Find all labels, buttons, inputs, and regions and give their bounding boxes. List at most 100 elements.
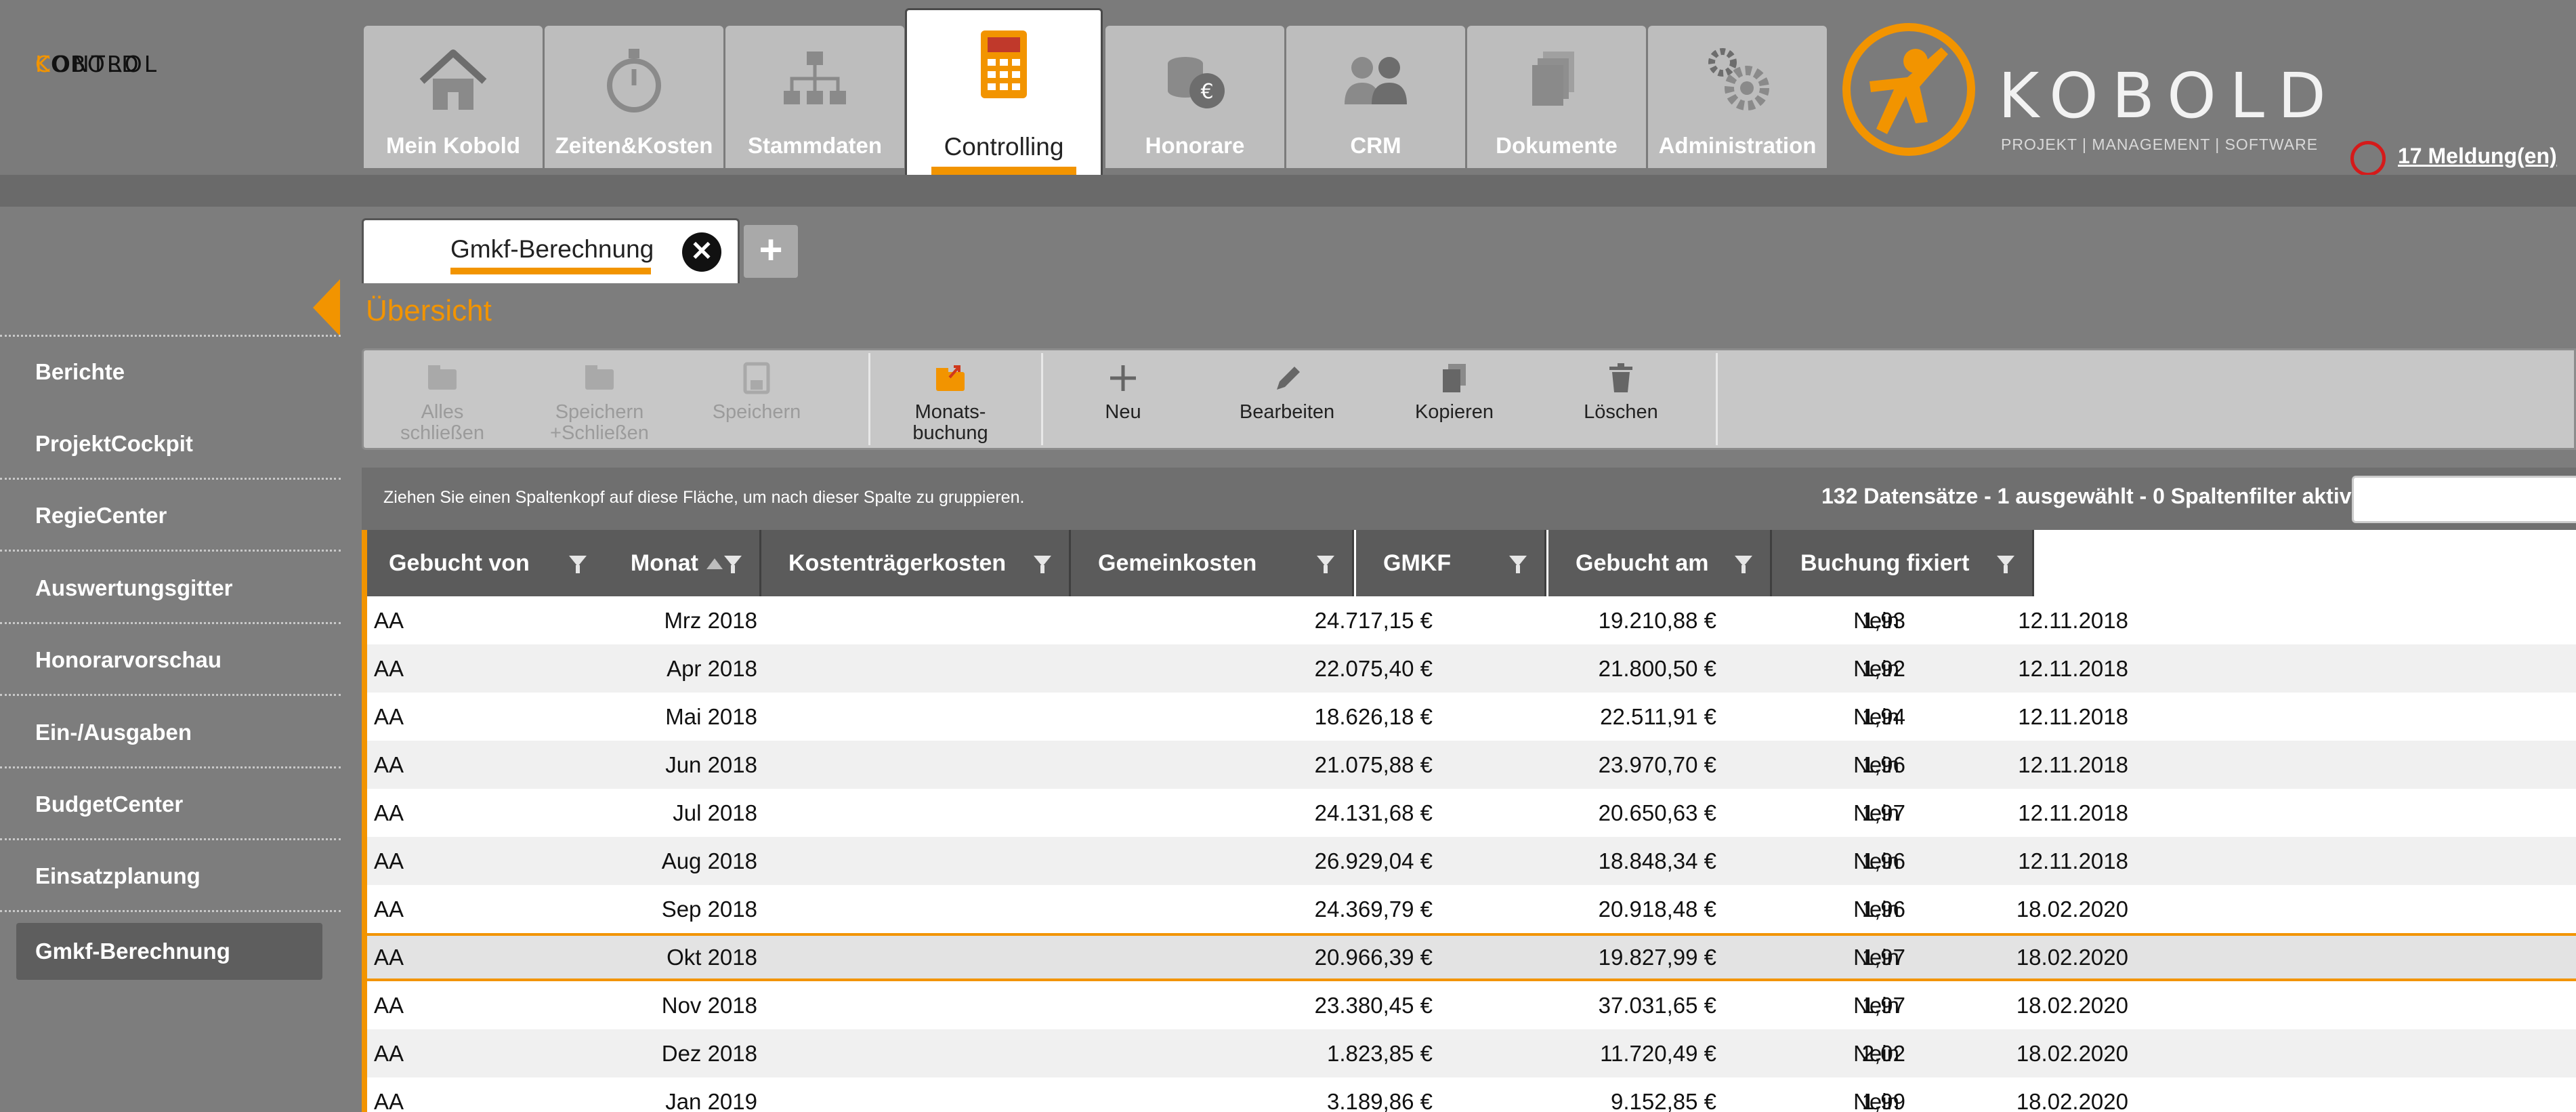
nav-tab-honorare[interactable]: € Honorare	[1105, 26, 1284, 168]
column-header-buchung-fixiert[interactable]: Buchung fixiert	[1772, 530, 2034, 596]
cell-buchung-fixiert: Nein	[1853, 1041, 1899, 1066]
nav-tab-label: Honorare	[1145, 133, 1245, 158]
cell-gebucht-von: AA	[374, 1041, 404, 1066]
grid-search-input[interactable]	[2352, 476, 2576, 523]
copy-button[interactable]: Kopieren	[1371, 350, 1538, 448]
plus-icon	[1043, 360, 1203, 396]
nav-tab-administration[interactable]: Administration	[1648, 26, 1827, 168]
nav-tab-label: Stammdaten	[747, 133, 883, 158]
table-row[interactable]: AA Sep 2018 24.369,79 €20.918,48 €1,96 18.0…	[367, 885, 2576, 933]
filter-icon[interactable]	[1317, 556, 1334, 573]
cell-buchung-fixiert: Nein	[1853, 704, 1899, 729]
save-button[interactable]: Speichern	[678, 350, 835, 448]
save-icon	[678, 360, 835, 396]
gears-icon	[1648, 39, 1827, 121]
filter-icon[interactable]	[724, 556, 742, 573]
nav-tab-crm[interactable]: CRM	[1286, 26, 1465, 168]
cell-monat: Sep 2018	[661, 897, 757, 922]
sidebar-item-budgetcenter[interactable]: BudgetCenter	[0, 768, 341, 840]
kobold-brand-icon	[1840, 20, 1979, 159]
cell-monat: Jun 2018	[665, 752, 757, 777]
edit-button[interactable]: Bearbeiten	[1203, 350, 1371, 448]
folder-save-close-icon	[521, 360, 678, 396]
sidebar-item-einsatzplanung[interactable]: Einsatzplanung	[0, 840, 341, 912]
delete-button[interactable]: Löschen	[1538, 350, 1704, 448]
column-header-gemeinkosten[interactable]: Gemeinkosten	[1071, 530, 1354, 596]
calculator-icon	[907, 24, 1101, 105]
nav-tab-controlling[interactable]: Controlling	[905, 8, 1103, 175]
close-all-button[interactable]: Alles schließen	[364, 350, 521, 448]
nav-tab-stammdaten[interactable]: Stammdaten	[725, 26, 904, 168]
cell-buchung-fixiert: Nein	[1853, 800, 1899, 825]
new-button[interactable]: Neu	[1043, 350, 1203, 448]
nav-tab-dokumente[interactable]: Dokumente	[1467, 26, 1646, 168]
toolbar-divider	[1716, 353, 1718, 445]
sidebar-item-auswertungsgitter[interactable]: Auswertungsgitter	[0, 552, 341, 624]
column-header-gebucht-von[interactable]: Gebucht von Monat	[367, 530, 761, 596]
table-row[interactable]: AA Mai 2018 18.626,18 €22.511,91 €1,94 12.1…	[367, 693, 2576, 741]
toolbar-button-label: Alles schließen	[400, 401, 485, 444]
document-tab-gmkf-berechnung[interactable]: Gmkf-Berechnung ✕	[362, 218, 740, 283]
filter-icon[interactable]	[1997, 556, 2014, 573]
filter-icon[interactable]	[1034, 556, 1051, 573]
record-count-status: 132 Datensätze - 1 ausgewählt - 0 Spalte…	[1821, 484, 2352, 508]
page-title: Übersicht	[366, 294, 492, 327]
save-close-button[interactable]: Speichern +Schließen	[521, 350, 678, 448]
table-row[interactable]: AA Apr 2018 22.075,40 €21.800,50 €1,92 12.1…	[367, 644, 2576, 693]
column-header-label: Buchung fixiert	[1800, 550, 1970, 576]
toolbar: Alles schließen Speichern +Schließen Spe…	[362, 348, 2576, 450]
filter-icon[interactable]	[1509, 556, 1527, 573]
column-header-gebucht-am[interactable]: Gebucht am	[1548, 530, 1772, 596]
cell-buchung-fixiert: Nein	[1853, 848, 1899, 873]
folder-close-all-icon	[364, 360, 521, 396]
sidebar-item-berichte[interactable]: Berichte	[0, 336, 341, 408]
toolbar-button-label: Monats- buchung	[912, 401, 988, 444]
nav-tab-mein-kobold[interactable]: Mein Kobold	[364, 26, 543, 168]
table-row-selected[interactable]: AA Okt 2018 20.966,39 €19.827,99 €1,97 18.0…	[367, 933, 2576, 981]
nav-tab-label: Administration	[1658, 133, 1817, 158]
add-tab-button[interactable]: +	[744, 225, 798, 278]
column-header-label[interactable]: Monat	[631, 530, 698, 596]
nav-tab-label: Mein Kobold	[386, 133, 520, 158]
filter-icon[interactable]	[569, 556, 587, 573]
group-by-panel[interactable]: Ziehen Sie einen Spaltenkopf auf diese F…	[362, 468, 2576, 530]
cell-buchung-fixiert: Nein	[1853, 897, 1899, 922]
org-chart-icon	[725, 39, 904, 121]
kobold-brand-tagline: PROJEKT | MANAGEMENT | SOFTWARE	[2001, 136, 2319, 153]
column-header-kostentraegerkosten[interactable]: Kostenträgerkosten	[761, 530, 1071, 596]
coins-euro-icon: €	[1105, 39, 1284, 121]
cell-monat: Okt 2018	[667, 945, 757, 970]
nav-tab-label: Controlling	[944, 133, 1064, 161]
close-tab-icon[interactable]: ✕	[682, 232, 721, 272]
nav-tab-label: Zeiten&Kosten	[555, 133, 713, 158]
toolbar-button-label: Kopieren	[1414, 401, 1494, 423]
sidebar-item-honorarvorschau[interactable]: Honorarvorschau	[0, 624, 341, 696]
table-row[interactable]: AA Aug 2018 26.929,04 €18.848,34 €1,96 12.1…	[367, 837, 2576, 885]
table-row[interactable]: AA Nov 2018 23.380,45 €37.031,65 €1,97 18.0…	[367, 981, 2576, 1029]
table-row[interactable]: AA Jan 2019 3.189,86 €9.152,85 €1,99 18.02.…	[367, 1077, 2576, 1112]
nav-tab-label: Dokumente	[1496, 133, 1618, 158]
monthly-booking-icon	[870, 360, 1030, 396]
table-row[interactable]: AA Dez 2018 1.823,85 €11.720,49 €2,02 18.02…	[367, 1029, 2576, 1077]
filter-icon[interactable]	[1735, 556, 1752, 573]
notification-icon[interactable]	[2350, 141, 2386, 176]
cell-buchung-fixiert: Nein	[1853, 945, 1899, 970]
collapse-sidebar-icon[interactable]	[313, 279, 340, 336]
nav-tab-zeiten-kosten[interactable]: Zeiten&Kosten	[545, 26, 723, 168]
sidebar-item-projektcockpit[interactable]: ProjektCockpit	[0, 408, 341, 480]
table-row[interactable]: AA Jul 2018 24.131,68 €20.650,63 €1,97 12.1…	[367, 789, 2576, 837]
notifications-link[interactable]: 17 Meldung(en)	[2398, 144, 2557, 169]
svg-text:€: €	[1200, 80, 1213, 104]
column-header-label: Kostenträgerkosten	[788, 550, 1007, 576]
sidebar-item-ein-ausgaben[interactable]: Ein-/Ausgaben	[0, 697, 341, 768]
column-header-gmkf[interactable]: GMKF	[1356, 530, 1546, 596]
header-divider	[0, 175, 2576, 207]
table-row[interactable]: AA Jun 2018 21.075,88 €23.970,70 €1,96 12.1…	[367, 741, 2576, 789]
monthly-booking-button[interactable]: Monats- buchung	[870, 350, 1030, 448]
cell-monat: Aug 2018	[661, 848, 757, 873]
trash-icon	[1538, 360, 1704, 396]
sidebar-item-regiecenter[interactable]: RegieCenter	[0, 480, 341, 552]
sidebar-item-gmkf-berechnung[interactable]: Gmkf-Berechnung	[16, 923, 322, 980]
cell-monat: Jan 2019	[665, 1089, 757, 1112]
table-row[interactable]: AA Mrz 2018 24.717,15 €19.210,88 €1,93 12.1…	[367, 596, 2576, 644]
